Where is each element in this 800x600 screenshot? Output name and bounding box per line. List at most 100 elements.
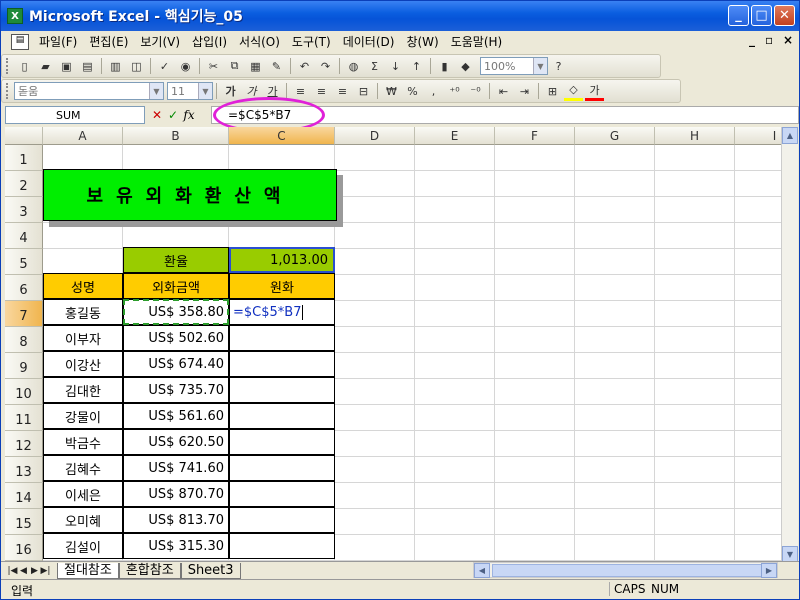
name-cell[interactable]: 이세은 [43,481,123,507]
spreadsheet-grid[interactable]: A B C D E F G H I 1 2 3 4 5 6 7 8 9 10 11 12 13 14 15 1… [5,127,781,563]
row-header[interactable]: 4 [5,223,43,249]
align-right-icon[interactable]: ≡ [333,82,352,101]
won-cell[interactable] [229,533,335,559]
won-cell[interactable] [229,455,335,481]
amount-cell[interactable]: US$ 735.70 [123,377,229,403]
column-header-c[interactable]: C [229,127,335,145]
title-banner[interactable]: 보유외화환산액 [43,169,337,221]
new-icon[interactable]: ▯ [15,57,34,76]
prev-sheet-icon[interactable]: ◀ [18,566,29,576]
name-cell[interactable]: 김대한 [43,377,123,403]
won-cell[interactable] [229,481,335,507]
maximize-button[interactable]: □ [751,5,772,26]
scroll-thumb[interactable] [492,564,777,577]
align-center-icon[interactable]: ≡ [312,82,331,101]
sheet-tab-sheet3[interactable]: Sheet3 [180,562,241,579]
scroll-right-icon[interactable]: ▶ [761,563,777,578]
minimize-button[interactable]: _ [728,5,749,26]
rate-label-cell[interactable]: 환율 [123,247,229,273]
menu-window[interactable]: 창(W) [400,32,444,52]
amount-cell[interactable]: US$ 674.40 [123,351,229,377]
won-cell[interactable] [229,377,335,403]
drawing-icon[interactable]: ◆ [456,57,475,76]
row-header[interactable]: 12 [5,431,43,457]
format-painter-icon[interactable]: ✎ [267,57,286,76]
menu-help[interactable]: 도움말(H) [445,32,509,52]
autosum-icon[interactable]: Σ [365,57,384,76]
name-cell[interactable]: 이부자 [43,325,123,351]
font-size-select[interactable]: 11 ▼ [167,82,213,100]
won-cell[interactable] [229,351,335,377]
row-header[interactable]: 6 [5,275,43,301]
research-icon[interactable]: ◉ [176,57,195,76]
paste-icon[interactable]: ▦ [246,57,265,76]
open-icon[interactable]: ▰ [36,57,55,76]
row-header[interactable]: 15 [5,509,43,535]
comma-icon[interactable]: , [424,82,443,101]
row-header[interactable]: 3 [5,197,43,223]
redo-icon[interactable]: ↷ [316,57,335,76]
insert-function-icon[interactable]: fx [181,108,197,122]
toolbar-grip[interactable] [6,83,10,99]
amount-cell[interactable]: US$ 741.60 [123,455,229,481]
row-header[interactable]: 13 [5,457,43,483]
amount-cell[interactable]: US$ 315.30 [123,533,229,559]
column-header-a[interactable]: A [43,127,123,145]
column-header-d[interactable]: D [335,127,415,145]
select-all-corner[interactable] [5,127,43,145]
won-cell[interactable] [229,403,335,429]
help-icon[interactable]: ? [549,57,568,76]
menu-data[interactable]: 데이터(D) [337,32,401,52]
menu-insert[interactable]: 삽입(I) [186,32,233,52]
amount-cell[interactable]: US$ 502.60 [123,325,229,351]
header-foreign-cell[interactable]: 외화금액 [123,273,229,299]
name-cell[interactable]: 김설이 [43,533,123,559]
column-header-e[interactable]: E [415,127,495,145]
next-sheet-icon[interactable]: ▶ [29,566,40,576]
copy-icon[interactable]: ⧉ [225,57,244,76]
sort-descending-icon[interactable]: ↑ [407,57,426,76]
vertical-scrollbar[interactable]: ▲ ▼ [781,127,798,563]
row-header[interactable]: 14 [5,483,43,509]
doc-minimize-button[interactable]: _ [749,33,755,47]
decrease-decimal-icon[interactable]: ⁻⁰ [466,82,485,101]
spelling-icon[interactable]: ✓ [155,57,174,76]
row-header[interactable]: 1 [5,145,43,171]
last-sheet-icon[interactable]: ▶| [40,566,51,576]
column-header-g[interactable]: G [575,127,655,145]
zoom-select[interactable]: 100% ▼ [480,57,548,75]
enter-icon[interactable]: ✓ [165,108,181,122]
increase-indent-icon[interactable]: ⇥ [515,82,534,101]
scroll-left-icon[interactable]: ◀ [474,563,490,578]
doc-close-button[interactable]: × [783,33,793,47]
menu-tools[interactable]: 도구(T) [286,32,337,52]
currency-icon[interactable]: ₩ [382,82,401,101]
borders-icon[interactable]: ⊞ [543,82,562,101]
first-sheet-icon[interactable]: |◀ [7,566,18,576]
menu-view[interactable]: 보기(V) [134,32,186,52]
close-button[interactable]: ✕ [774,5,795,26]
bold-icon[interactable]: 가 [221,82,240,101]
chevron-down-icon[interactable]: ▼ [533,58,547,74]
menu-file[interactable]: 파일(F) [33,32,83,52]
row-header[interactable]: 9 [5,353,43,379]
decrease-indent-icon[interactable]: ⇤ [494,82,513,101]
document-icon[interactable]: ▤ [11,34,29,50]
horizontal-scrollbar[interactable]: ◀ ▶ [473,562,778,578]
print-preview-icon[interactable]: ◫ [127,57,146,76]
column-header-f[interactable]: F [495,127,575,145]
won-cell[interactable] [229,507,335,533]
name-cell[interactable]: 김혜수 [43,455,123,481]
row-header[interactable]: 11 [5,405,43,431]
row-header[interactable]: 5 [5,249,43,275]
sort-ascending-icon[interactable]: ↓ [386,57,405,76]
won-cell[interactable] [229,429,335,455]
font-color-icon[interactable]: 가 [585,82,604,101]
row-header[interactable]: 16 [5,535,43,561]
amount-cell[interactable]: US$ 620.50 [123,429,229,455]
amount-cell[interactable]: US$ 561.60 [123,403,229,429]
align-left-icon[interactable]: ≡ [291,82,310,101]
toolbar-grip[interactable] [6,58,10,74]
undo-icon[interactable]: ↶ [295,57,314,76]
cancel-icon[interactable]: ✕ [149,108,165,122]
